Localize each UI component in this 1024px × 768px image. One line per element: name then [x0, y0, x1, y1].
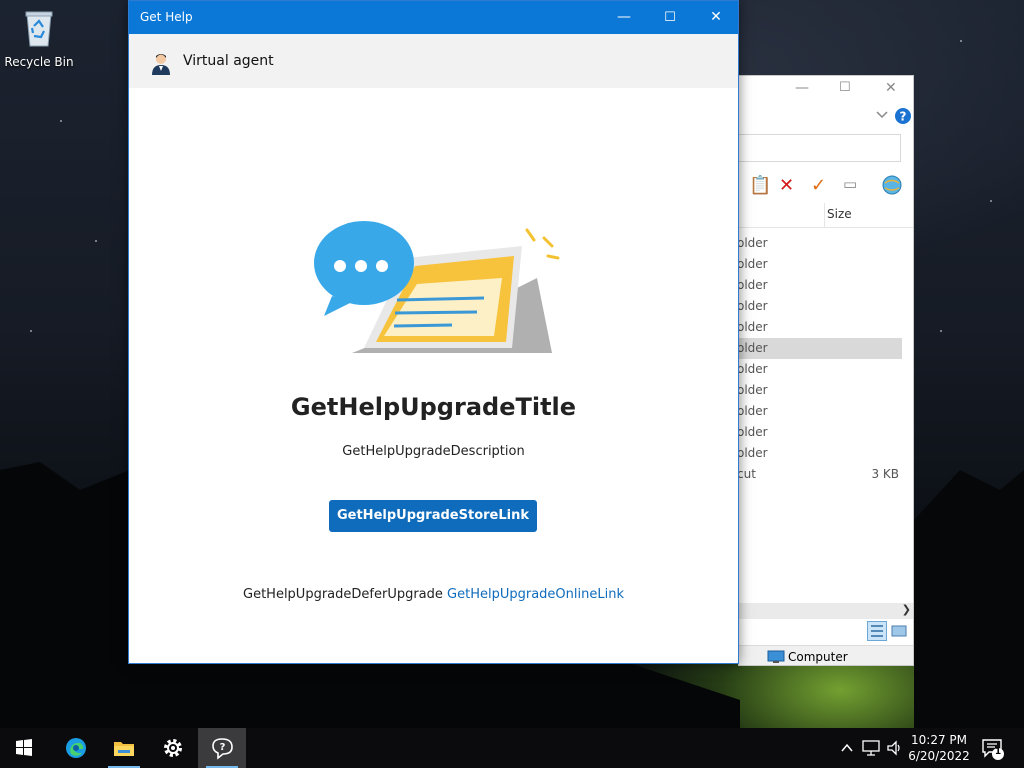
start-icon [16, 739, 32, 756]
globe-icon[interactable] [881, 174, 903, 196]
rename-icon[interactable]: ▭ [843, 175, 857, 193]
notification-count: 1 [994, 747, 1002, 757]
taskbar-get-help[interactable]: ? [198, 728, 246, 768]
status-location: Computer [788, 650, 848, 664]
action-center-button[interactable]: 1 [980, 736, 1004, 760]
scroll-right-icon[interactable]: ❯ [902, 603, 911, 616]
recycle-bin-label: Recycle Bin [4, 55, 74, 69]
explorer-status-bar: Computer [739, 645, 913, 665]
details-view-icon[interactable] [867, 621, 887, 641]
file-explorer-icon [114, 742, 134, 756]
horizontal-scrollbar[interactable]: ❯ [739, 603, 913, 619]
computer-icon [767, 650, 785, 663]
settings-icon [164, 739, 182, 757]
taskbar-edge[interactable] [52, 728, 100, 768]
close-button[interactable]: ✕ [693, 1, 739, 34]
explorer-title-bar: — ☐ ✕ [739, 76, 913, 104]
page-title: GetHelpUpgradeTitle [290, 393, 577, 421]
virtual-agent-bar[interactable]: Virtual agent [129, 34, 738, 88]
maximize-icon[interactable]: ☐ [839, 80, 851, 95]
taskbar: ? 10:27 PM 6/20/2022 1 [0, 728, 1024, 768]
list-item[interactable]: older [739, 317, 913, 338]
recycle-bin-icon [25, 11, 53, 47]
clipboard-icon[interactable]: 📋 [749, 175, 771, 196]
footer-links: GetHelpUpgradeDeferUpgrade GetHelpUpgrad… [129, 587, 738, 602]
network-icon[interactable] [862, 740, 880, 756]
taskbar-file-explorer[interactable] [100, 728, 148, 768]
list-item[interactable]: older [739, 275, 913, 296]
list-item[interactable]: cut 3 KB [739, 464, 913, 485]
chevron-down-icon[interactable] [875, 110, 889, 120]
list-item-selected[interactable]: older [739, 338, 902, 359]
recycle-bin-shortcut[interactable]: Recycle Bin [4, 6, 74, 69]
minimize-icon[interactable]: — [795, 80, 809, 96]
list-header: Size [739, 203, 913, 228]
list-item[interactable]: older [739, 359, 913, 380]
list-item[interactable]: older [739, 401, 913, 422]
clock-time: 10:27 PM [911, 733, 967, 747]
list-item[interactable]: older [739, 233, 913, 254]
file-list: older older older older older older olde… [739, 233, 913, 485]
title-bar[interactable]: Get Help — ☐ ✕ [129, 1, 738, 34]
file-explorer-window[interactable]: — ☐ ✕ ? 📋 ✕ ✓ ▭ Size older older older o… [738, 75, 914, 666]
defer-upgrade-text: GetHelpUpgradeDeferUpgrade [243, 587, 443, 602]
list-item[interactable]: older [739, 296, 913, 317]
close-icon[interactable]: ✕ [885, 80, 897, 96]
list-item[interactable]: older [739, 380, 913, 401]
agent-avatar-icon [152, 54, 170, 75]
delete-icon[interactable]: ✕ [779, 175, 794, 196]
explorer-toolbar: 📋 ✕ ✓ ▭ [739, 173, 913, 199]
start-button[interactable] [0, 728, 48, 768]
clock-date: 6/20/2022 [908, 749, 970, 763]
view-toggle-bar [739, 621, 913, 641]
get-help-window[interactable]: Get Help — ☐ ✕ Virtual agent GetHelpUpgr… [128, 0, 739, 664]
chevron-up-icon[interactable] [840, 741, 854, 755]
store-link-button[interactable]: GetHelpUpgradeStoreLink [329, 500, 537, 532]
page-description: GetHelpUpgradeDescription [342, 444, 525, 459]
online-help-link[interactable]: GetHelpUpgradeOnlineLink [447, 587, 624, 602]
minimize-button[interactable]: — [601, 1, 647, 34]
checkmark-icon[interactable]: ✓ [811, 175, 826, 196]
svg-text:?: ? [220, 742, 226, 753]
window-title: Get Help [140, 10, 193, 24]
list-item[interactable]: older [739, 422, 913, 443]
system-clock[interactable]: 10:27 PM 6/20/2022 [908, 732, 970, 764]
get-help-icon: ? [212, 738, 233, 760]
maximize-button[interactable]: ☐ [647, 1, 693, 34]
volume-icon[interactable] [886, 740, 904, 756]
size-column-header[interactable]: Size [827, 207, 852, 221]
get-help-illustration [314, 221, 560, 353]
svg-text:?: ? [900, 110, 907, 124]
agent-label: Virtual agent [183, 53, 274, 69]
list-item[interactable]: older [739, 254, 913, 275]
help-icon[interactable]: ? [894, 107, 912, 125]
list-item[interactable]: older [739, 443, 913, 464]
taskbar-settings[interactable] [149, 728, 197, 768]
large-icons-view-icon[interactable] [891, 623, 907, 639]
address-bar[interactable] [739, 134, 901, 162]
edge-icon [66, 738, 86, 758]
